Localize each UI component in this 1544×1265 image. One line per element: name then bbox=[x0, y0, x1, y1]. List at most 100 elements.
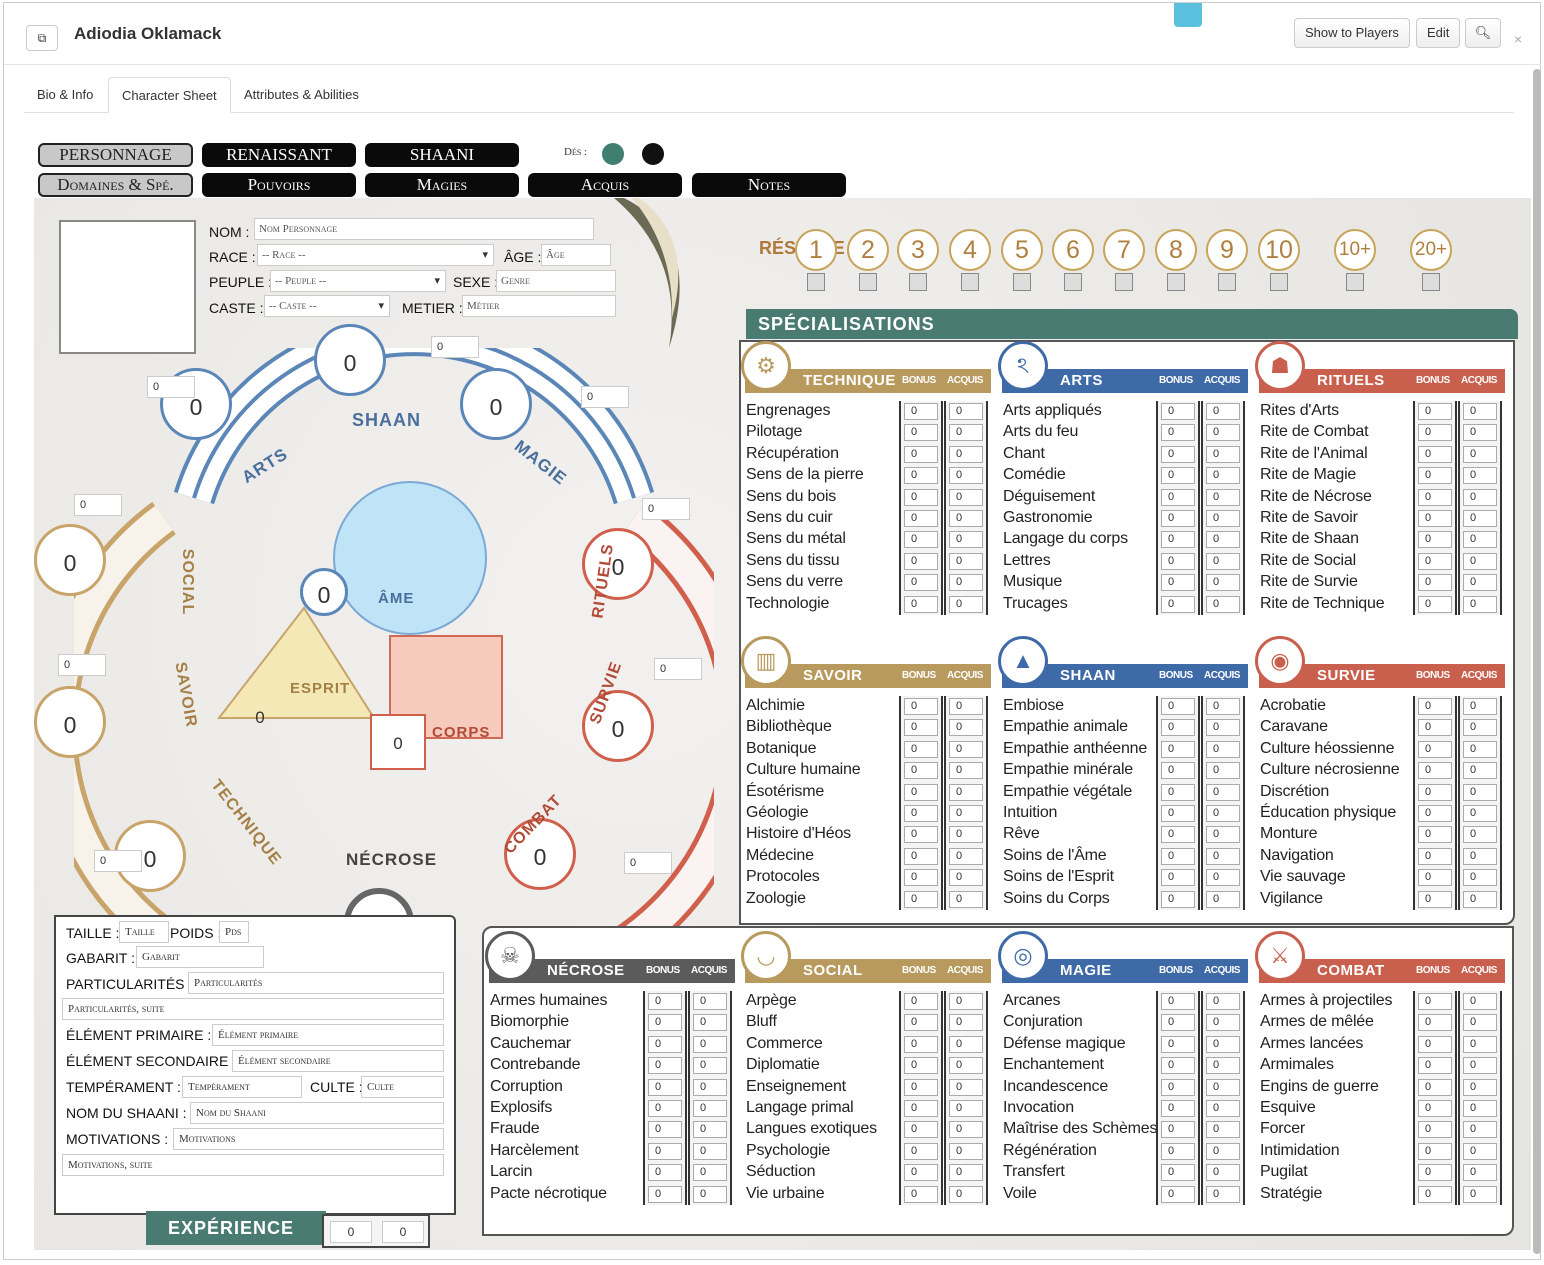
bonus-input[interactable]: 0 bbox=[904, 1142, 938, 1160]
bonus-input[interactable]: 0 bbox=[1418, 1164, 1452, 1182]
acquis-input[interactable]: 0 bbox=[1206, 890, 1240, 908]
bonus-input[interactable]: 0 bbox=[1418, 719, 1452, 737]
acquis-input[interactable]: 0 bbox=[693, 1142, 727, 1160]
bonus-input[interactable]: 0 bbox=[1418, 1057, 1452, 1075]
acquis-input[interactable]: 0 bbox=[1206, 1142, 1240, 1160]
bonus-input[interactable]: 0 bbox=[904, 847, 938, 865]
acquis-input[interactable]: 0 bbox=[1206, 869, 1240, 887]
acquis-input[interactable]: 0 bbox=[1463, 869, 1497, 887]
acquis-input[interactable]: 0 bbox=[1206, 1057, 1240, 1075]
bonus-input[interactable]: 0 bbox=[648, 1164, 682, 1182]
experience-total-input[interactable]: 0 bbox=[382, 1221, 424, 1243]
search-icon[interactable]: 🔍︎ bbox=[1465, 18, 1501, 48]
nav-shaani[interactable]: SHAANI bbox=[365, 143, 519, 167]
bonus-input[interactable]: 0 bbox=[904, 574, 938, 592]
reserve-circle[interactable]: 9 bbox=[1206, 229, 1248, 271]
bonus-input[interactable]: 0 bbox=[648, 993, 682, 1010]
nom-shaani-input[interactable]: Nom du Shaani bbox=[190, 1102, 444, 1124]
bonus-input[interactable]: 0 bbox=[1418, 1099, 1452, 1117]
bonus-input[interactable]: 0 bbox=[648, 1142, 682, 1160]
acquis-input[interactable]: 0 bbox=[949, 826, 983, 844]
bonus-input[interactable]: 0 bbox=[1161, 847, 1195, 865]
close-icon[interactable]: × bbox=[1514, 31, 1522, 47]
bonus-input[interactable]: 0 bbox=[1161, 783, 1195, 801]
wheel-savoir-bonus-input[interactable]: 0 bbox=[58, 654, 106, 676]
bonus-input[interactable]: 0 bbox=[904, 1185, 938, 1203]
acquis-input[interactable]: 0 bbox=[1463, 1035, 1497, 1053]
acquis-input[interactable]: 0 bbox=[1463, 1099, 1497, 1117]
bonus-input[interactable]: 0 bbox=[904, 552, 938, 570]
bonus-input[interactable]: 0 bbox=[1418, 424, 1452, 442]
acquis-input[interactable]: 0 bbox=[1463, 595, 1497, 613]
acquis-input[interactable]: 0 bbox=[1463, 467, 1497, 485]
acquis-input[interactable]: 0 bbox=[1463, 574, 1497, 592]
bonus-input[interactable]: 0 bbox=[904, 509, 938, 527]
acquis-input[interactable]: 0 bbox=[1206, 1099, 1240, 1117]
bonus-input[interactable]: 0 bbox=[648, 1035, 682, 1053]
bonus-input[interactable]: 0 bbox=[1161, 595, 1195, 613]
wheel-arts-bonus-input[interactable]: 0 bbox=[147, 376, 195, 398]
bonus-input[interactable]: 0 bbox=[1161, 826, 1195, 844]
bonus-input[interactable]: 0 bbox=[904, 1078, 938, 1096]
bonus-input[interactable]: 0 bbox=[1161, 1099, 1195, 1117]
bonus-input[interactable]: 0 bbox=[1161, 993, 1195, 1010]
acquis-input[interactable]: 0 bbox=[1206, 826, 1240, 844]
bonus-input[interactable]: 0 bbox=[904, 804, 938, 822]
acquis-input[interactable]: 0 bbox=[693, 993, 727, 1010]
bonus-input[interactable]: 0 bbox=[1161, 467, 1195, 485]
bonus-input[interactable]: 0 bbox=[1161, 403, 1195, 420]
reserve-circle[interactable]: 4 bbox=[949, 229, 991, 271]
acquis-input[interactable]: 0 bbox=[693, 1035, 727, 1053]
reserve-checkbox[interactable] bbox=[859, 273, 877, 291]
bonus-input[interactable]: 0 bbox=[904, 890, 938, 908]
bonus-input[interactable]: 0 bbox=[1161, 574, 1195, 592]
reserve-circle[interactable]: 5 bbox=[1001, 229, 1043, 271]
acquis-input[interactable]: 0 bbox=[949, 467, 983, 485]
acquis-input[interactable]: 0 bbox=[693, 1121, 727, 1139]
bonus-input[interactable]: 0 bbox=[1161, 1185, 1195, 1203]
bonus-input[interactable]: 0 bbox=[1161, 531, 1195, 549]
acquis-input[interactable]: 0 bbox=[1206, 467, 1240, 485]
bonus-input[interactable]: 0 bbox=[648, 1099, 682, 1117]
tab-attributes-abilities[interactable]: Attributes & Abilities bbox=[231, 77, 372, 113]
reserve-checkbox[interactable] bbox=[961, 273, 979, 291]
reserve-checkbox[interactable] bbox=[1422, 273, 1440, 291]
bonus-input[interactable]: 0 bbox=[1418, 698, 1452, 715]
portrait-image[interactable] bbox=[59, 220, 196, 354]
acquis-input[interactable]: 0 bbox=[949, 1164, 983, 1182]
bonus-input[interactable]: 0 bbox=[1418, 595, 1452, 613]
acquis-input[interactable]: 0 bbox=[1206, 509, 1240, 527]
acquis-input[interactable]: 0 bbox=[1463, 719, 1497, 737]
acquis-input[interactable]: 0 bbox=[949, 890, 983, 908]
bonus-input[interactable]: 0 bbox=[1418, 1035, 1452, 1053]
caste-select[interactable]: -- Caste -- bbox=[264, 295, 390, 317]
reserve-checkbox[interactable] bbox=[909, 273, 927, 291]
acquis-input[interactable]: 0 bbox=[1206, 993, 1240, 1010]
bonus-input[interactable]: 0 bbox=[1161, 424, 1195, 442]
bonus-input[interactable]: 0 bbox=[1161, 1142, 1195, 1160]
bonus-input[interactable]: 0 bbox=[1161, 698, 1195, 715]
acquis-input[interactable]: 0 bbox=[1463, 509, 1497, 527]
acquis-input[interactable]: 0 bbox=[949, 1078, 983, 1096]
bonus-input[interactable]: 0 bbox=[1418, 467, 1452, 485]
popout-icon[interactable]: ⧉ bbox=[26, 25, 58, 51]
acquis-input[interactable]: 0 bbox=[949, 1099, 983, 1117]
show-to-players-button[interactable]: Show to Players bbox=[1294, 18, 1410, 48]
wheel-shaan-bonus-input[interactable]: 0 bbox=[431, 336, 479, 358]
nav-notes[interactable]: Notes bbox=[692, 173, 846, 197]
bonus-input[interactable]: 0 bbox=[904, 783, 938, 801]
particularites-input[interactable]: Particularités bbox=[188, 972, 444, 994]
acquis-input[interactable]: 0 bbox=[949, 869, 983, 887]
bonus-input[interactable]: 0 bbox=[1418, 1185, 1452, 1203]
bonus-input[interactable]: 0 bbox=[1161, 804, 1195, 822]
acquis-input[interactable]: 0 bbox=[949, 552, 983, 570]
wheel-technique-bonus-input[interactable]: 0 bbox=[94, 850, 142, 872]
acquis-input[interactable]: 0 bbox=[1206, 804, 1240, 822]
bonus-input[interactable]: 0 bbox=[1418, 804, 1452, 822]
acquis-input[interactable]: 0 bbox=[1206, 403, 1240, 420]
nav-renaissant[interactable]: RENAISSANT bbox=[202, 143, 356, 167]
bonus-input[interactable]: 0 bbox=[1418, 826, 1452, 844]
acquis-input[interactable]: 0 bbox=[1463, 1014, 1497, 1032]
acquis-input[interactable]: 0 bbox=[693, 1164, 727, 1182]
motivations-input[interactable]: Motivations bbox=[173, 1128, 444, 1150]
